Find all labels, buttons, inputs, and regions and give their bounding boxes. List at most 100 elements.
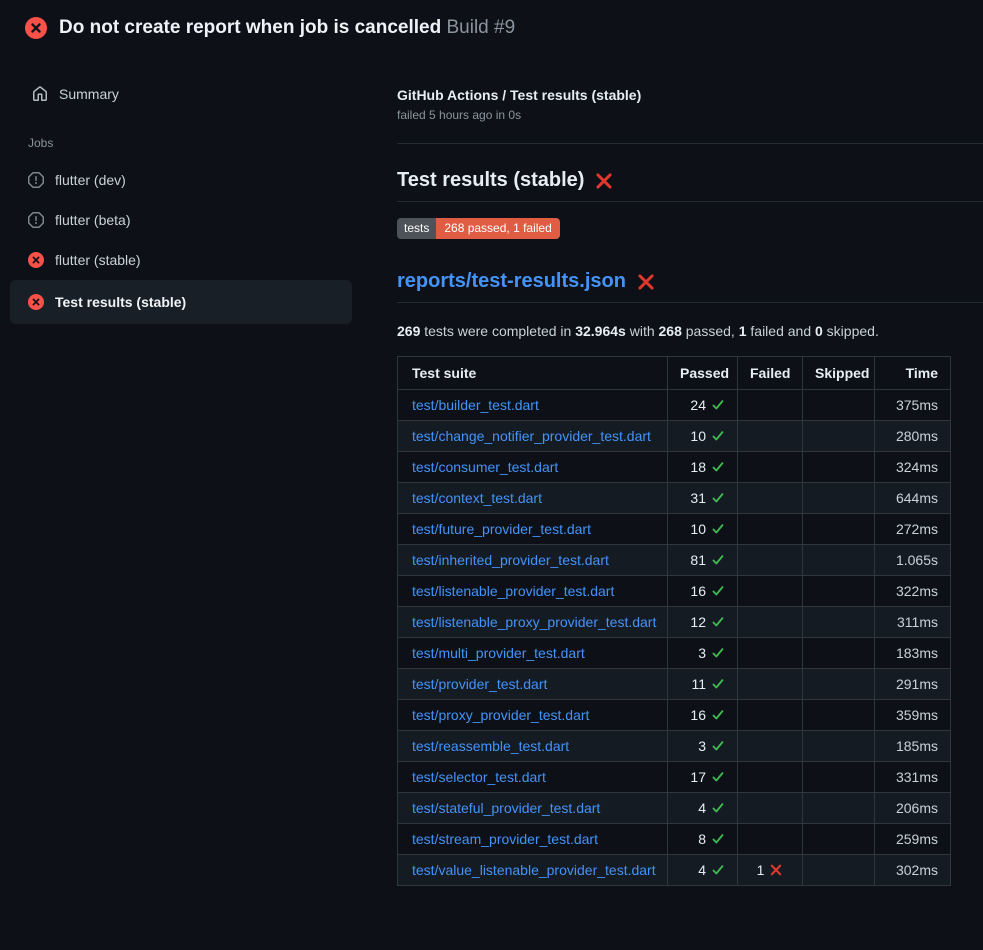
test-suite-link[interactable]: test/reassemble_test.dart: [412, 738, 569, 754]
jobs-heading: Jobs: [28, 136, 387, 150]
sidebar-item-summary[interactable]: Summary: [10, 78, 387, 110]
test-suite-link[interactable]: test/stream_provider_test.dart: [412, 831, 598, 847]
table-row: test/future_provider_test.dart 10 272ms: [398, 514, 951, 545]
table-row: test/multi_provider_test.dart 3 183ms: [398, 638, 951, 669]
skipped-cell: [803, 483, 875, 514]
skipped-cell: [803, 731, 875, 762]
test-suite-link[interactable]: test/change_notifier_provider_test.dart: [412, 428, 651, 444]
test-suite-link[interactable]: test/builder_test.dart: [412, 397, 539, 413]
failed-cell: [738, 731, 803, 762]
test-time: 259ms: [875, 824, 951, 855]
green-check-icon: [711, 770, 725, 784]
green-check-icon: [711, 429, 725, 443]
col-header-failed: Failed: [738, 357, 803, 390]
test-time: 311ms: [875, 607, 951, 638]
run-failed-icon: [25, 17, 47, 39]
sidebar-job-label: flutter (stable): [55, 252, 141, 268]
sidebar: Summary Jobs flutter (dev) flutter (beta…: [0, 56, 387, 324]
test-suite-link[interactable]: test/listenable_proxy_provider_test.dart: [412, 614, 656, 630]
section-heading: Test results (stable): [397, 169, 983, 202]
report-file-link[interactable]: reports/test-results.json: [397, 270, 626, 293]
failed-cell: [738, 452, 803, 483]
run-title: Do not create report when job is cancell…: [59, 17, 515, 39]
green-check-icon: [711, 491, 725, 505]
failed-cell: [738, 514, 803, 545]
table-row: test/listenable_proxy_provider_test.dart…: [398, 607, 951, 638]
failed-cell: [738, 700, 803, 731]
col-header-time: Time: [875, 357, 951, 390]
test-suite-link[interactable]: test/future_provider_test.dart: [412, 521, 591, 537]
test-suite-link[interactable]: test/inherited_provider_test.dart: [412, 552, 609, 568]
green-check-icon: [711, 863, 725, 877]
failed-cell: [738, 576, 803, 607]
green-check-icon: [711, 460, 725, 474]
sidebar-job-item[interactable]: flutter (dev): [10, 160, 352, 200]
jobs-list: flutter (dev) flutter (beta) flutter (st…: [10, 160, 387, 324]
green-check-icon: [711, 522, 725, 536]
test-suite-link[interactable]: test/value_listenable_provider_test.dart: [412, 862, 656, 878]
skipped-cell: [803, 514, 875, 545]
red-x-icon: [769, 863, 783, 877]
skipped-cell: [803, 855, 875, 886]
test-results-table: Test suite Passed Failed Skipped Time te…: [397, 356, 951, 886]
test-suite-link[interactable]: test/selector_test.dart: [412, 769, 546, 785]
test-time: 183ms: [875, 638, 951, 669]
tests-badge: tests 268 passed, 1 failed: [397, 218, 560, 239]
failed-cell: [738, 483, 803, 514]
test-suite-link[interactable]: test/consumer_test.dart: [412, 459, 558, 475]
test-time: 185ms: [875, 731, 951, 762]
check-status-line: failed 5 hours ago in 0s: [397, 108, 983, 122]
test-time: 206ms: [875, 793, 951, 824]
divider: [397, 143, 983, 144]
failed-cell: [738, 638, 803, 669]
table-row: test/builder_test.dart 24 375ms: [398, 390, 951, 421]
test-time: 644ms: [875, 483, 951, 514]
test-time: 302ms: [875, 855, 951, 886]
table-row: test/reassemble_test.dart 3 185ms: [398, 731, 951, 762]
summary-sentence: 269 tests were completed in 32.964s with…: [397, 323, 983, 339]
test-time: 272ms: [875, 514, 951, 545]
passed-cell: 12: [668, 607, 738, 638]
passed-cell: 3: [668, 731, 738, 762]
badge-label: tests: [397, 218, 436, 239]
sidebar-job-label: flutter (beta): [55, 212, 130, 228]
passed-cell: 18: [668, 452, 738, 483]
skipped-cell: [803, 452, 875, 483]
badge-value: 268 passed, 1 failed: [436, 218, 559, 239]
test-time: 322ms: [875, 576, 951, 607]
failed-count: 1: [739, 323, 747, 339]
passed-count: 268: [659, 323, 682, 339]
skipped-cell: [803, 824, 875, 855]
green-check-icon: [711, 398, 725, 412]
skipped-cell: [803, 607, 875, 638]
main-content: GitHub Actions / Test results (stable) f…: [387, 56, 983, 886]
green-check-icon: [711, 832, 725, 846]
test-suite-link[interactable]: test/stateful_provider_test.dart: [412, 800, 600, 816]
total-count: 269: [397, 323, 420, 339]
test-time: 1.065s: [875, 545, 951, 576]
test-suite-link[interactable]: test/context_test.dart: [412, 490, 542, 506]
failed-cell: [738, 607, 803, 638]
green-check-icon: [711, 801, 725, 815]
skipped-cell: [803, 700, 875, 731]
table-row: test/consumer_test.dart 18 324ms: [398, 452, 951, 483]
x-circle-icon: [28, 252, 44, 268]
sidebar-job-item[interactable]: flutter (stable): [10, 240, 352, 280]
skipped-cell: [803, 762, 875, 793]
skipped-cell: [803, 793, 875, 824]
test-suite-link[interactable]: test/listenable_provider_test.dart: [412, 583, 614, 599]
sidebar-job-item[interactable]: Test results (stable): [10, 280, 352, 324]
green-check-icon: [711, 677, 725, 691]
sidebar-job-item[interactable]: flutter (beta): [10, 200, 352, 240]
failed-cell: [738, 421, 803, 452]
passed-cell: 31: [668, 483, 738, 514]
failed-cell: [738, 762, 803, 793]
passed-cell: 24: [668, 390, 738, 421]
table-row: test/context_test.dart 31 644ms: [398, 483, 951, 514]
section-heading-text: Test results (stable): [397, 169, 584, 192]
test-time: 375ms: [875, 390, 951, 421]
test-suite-link[interactable]: test/proxy_provider_test.dart: [412, 707, 589, 723]
test-suite-link[interactable]: test/provider_test.dart: [412, 676, 547, 692]
table-row: test/change_notifier_provider_test.dart …: [398, 421, 951, 452]
test-suite-link[interactable]: test/multi_provider_test.dart: [412, 645, 585, 661]
